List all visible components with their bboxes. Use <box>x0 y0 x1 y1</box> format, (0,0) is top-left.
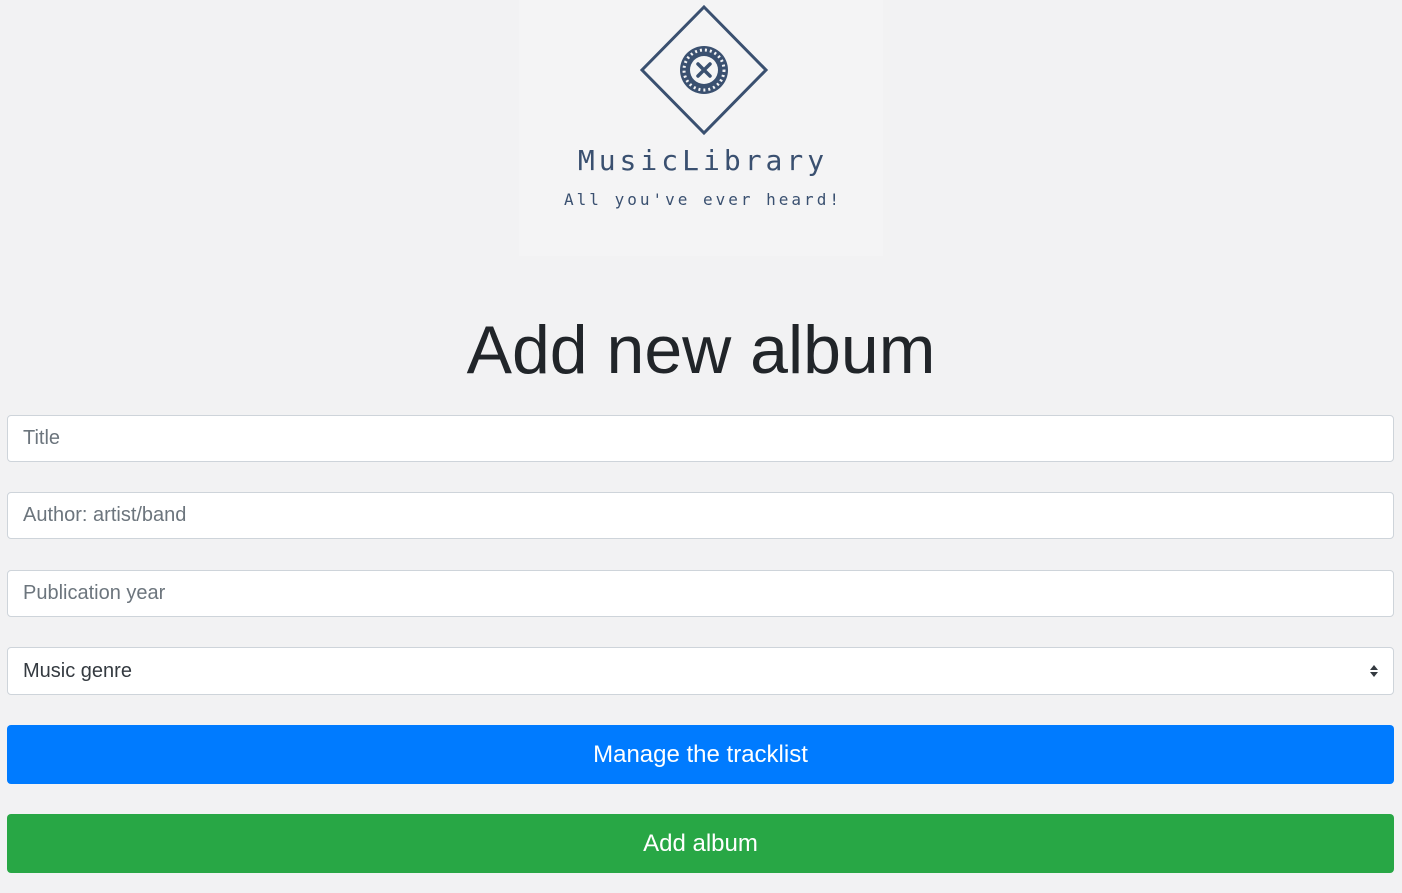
brand-logo[interactable]: MusicLibrary All you've ever heard! <box>519 0 883 256</box>
music-genre-selected-value: Music genre <box>23 659 132 682</box>
add-album-page: MusicLibrary All you've ever heard! Add … <box>0 0 1402 893</box>
author-input[interactable] <box>7 492 1394 539</box>
page-title: Add new album <box>466 312 936 388</box>
manage-tracklist-button[interactable]: Manage the tracklist <box>7 725 1394 784</box>
brand-name: MusicLibrary <box>577 144 829 177</box>
publication-year-input[interactable] <box>7 570 1394 617</box>
title-input[interactable] <box>7 415 1394 462</box>
brand-tagline: All you've ever heard! <box>564 190 842 209</box>
music-genre-select[interactable]: Music genre <box>7 647 1394 695</box>
vinyl-diamond-icon <box>640 4 769 136</box>
select-arrows-icon <box>1370 665 1378 677</box>
add-album-button[interactable]: Add album <box>7 814 1394 873</box>
header: MusicLibrary All you've ever heard! <box>0 0 1402 258</box>
